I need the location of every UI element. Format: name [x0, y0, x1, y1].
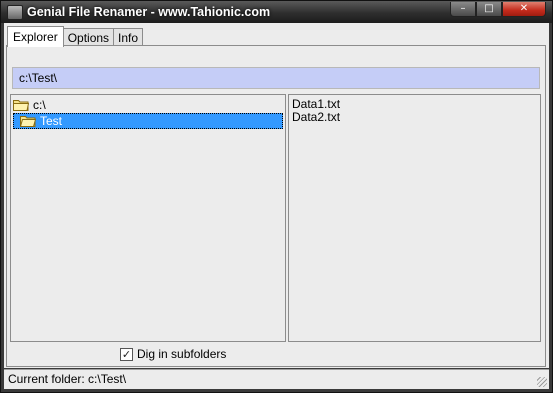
dig-subfolders-label: Dig in subfolders: [137, 347, 227, 361]
app-icon[interactable]: [7, 5, 23, 20]
tree-item-test[interactable]: Test: [13, 113, 283, 129]
status-bar: Current folder: c:\Test\: [4, 369, 549, 389]
tab-info[interactable]: Info: [113, 28, 144, 46]
folder-icon: [13, 100, 29, 111]
title-bar[interactable]: Genial File Renamer - www.Tahionic.com –…: [1, 1, 552, 23]
maximize-button[interactable]: □: [476, 2, 502, 17]
tab-options[interactable]: Options: [62, 28, 115, 46]
folder-tree[interactable]: c:\ Test: [10, 94, 286, 342]
tree-item-root[interactable]: c:\: [13, 97, 46, 113]
close-button[interactable]: ✕: [502, 2, 546, 17]
status-text: Current folder: c:\Test\: [8, 372, 127, 386]
client-area: Explorer Options Info c:\Test\ c:\ Test …: [4, 23, 549, 368]
window-title: Genial File Renamer - www.Tahionic.com: [27, 5, 271, 19]
file-list[interactable]: Data1.txt Data2.txt: [288, 94, 541, 342]
path-input[interactable]: [13, 68, 539, 88]
file-item[interactable]: Data2.txt: [292, 110, 340, 124]
dig-subfolders-option[interactable]: ✓ Dig in subfolders: [120, 346, 226, 362]
path-field-frame: [12, 67, 540, 89]
explorer-panel: c:\ Test Data1.txt Data2.txt ✓ Dig in su…: [6, 45, 546, 367]
tree-item-label: Test: [40, 114, 63, 128]
resize-grip[interactable]: [537, 377, 547, 387]
app-window: Genial File Renamer - www.Tahionic.com –…: [0, 0, 553, 393]
tab-strip: Explorer Options Info: [7, 26, 144, 47]
file-item[interactable]: Data1.txt: [292, 97, 340, 111]
minimize-button[interactable]: –: [450, 2, 476, 17]
tab-explorer[interactable]: Explorer: [7, 26, 64, 47]
tree-item-label: c:\: [33, 98, 46, 112]
dig-subfolders-checkbox[interactable]: ✓: [120, 347, 133, 361]
window-controls: – □ ✕: [450, 2, 546, 17]
open-folder-icon: [20, 116, 36, 127]
